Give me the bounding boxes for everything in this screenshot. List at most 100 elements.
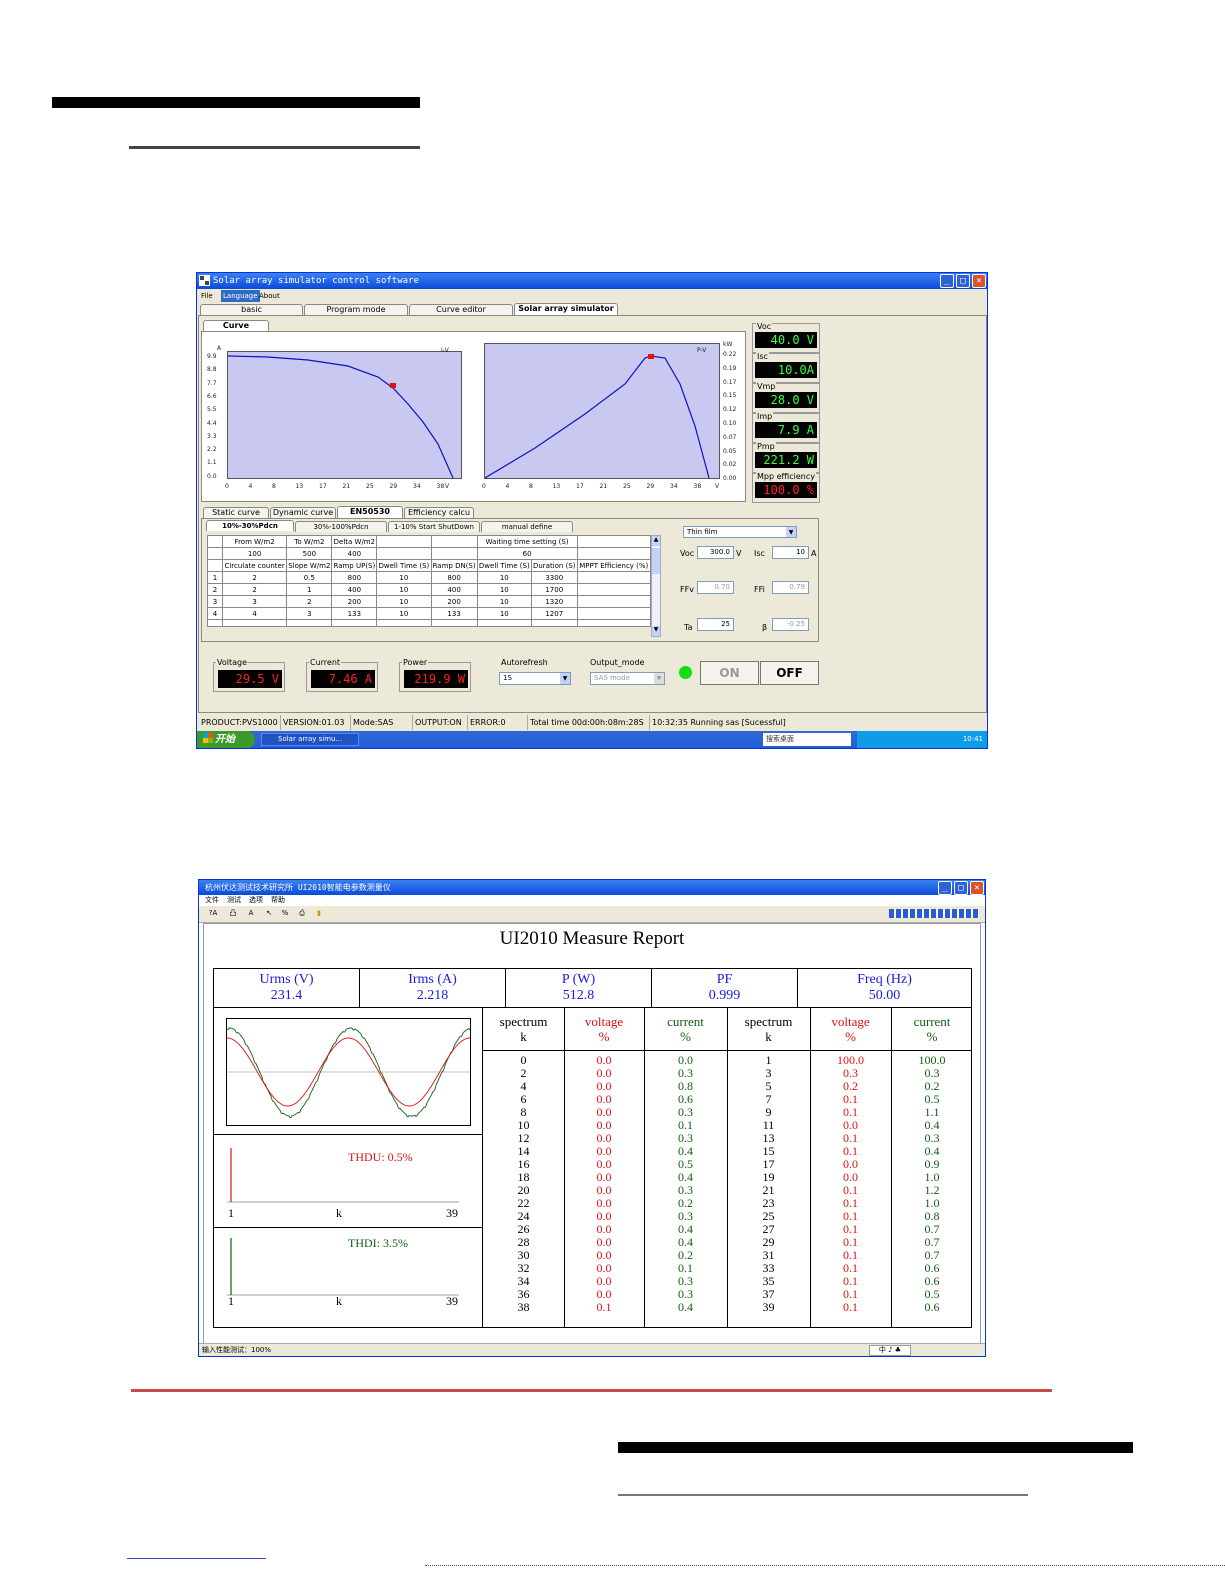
tab-curve-editor[interactable]: Curve editor: [409, 304, 513, 315]
tab-manual-define[interactable]: manual define: [481, 521, 573, 532]
menu-test[interactable]: 测试: [225, 895, 243, 906]
tool-stamp-icon[interactable]: 凸: [227, 908, 239, 919]
title-bar[interactable]: 杭州伏达测试技术研究所 UI2010智能电参数测量仪 _ □ ✕: [199, 880, 985, 895]
tool-cursor-icon[interactable]: ↖: [263, 908, 275, 919]
scroll-thumb[interactable]: [652, 548, 660, 574]
table-cell[interactable]: 10: [476, 571, 532, 584]
beta-input[interactable]: -0.25: [772, 618, 809, 631]
table-cell[interactable]: 10: [376, 583, 432, 596]
spectrum-cell: 0.1: [843, 1300, 858, 1314]
table-cell[interactable]: 10: [476, 583, 532, 596]
tab-efficiency-calcu[interactable]: Efficiency calcu: [404, 507, 474, 518]
ta-input[interactable]: 25: [697, 618, 734, 631]
table-cell[interactable]: 10: [376, 571, 432, 584]
table-cell[interactable]: 1207: [530, 607, 578, 620]
menu-help[interactable]: 帮助: [269, 895, 287, 906]
table-cell[interactable]: 3300: [530, 571, 578, 584]
tab-curve[interactable]: Curve: [203, 320, 269, 331]
table-cell[interactable]: 133: [430, 607, 478, 620]
minimize-button[interactable]: _: [940, 274, 954, 288]
table-cell[interactable]: 800: [331, 571, 378, 584]
table-cell[interactable]: 10: [476, 607, 532, 620]
tool-print-icon[interactable]: ⎙: [296, 908, 308, 919]
table-cell[interactable]: 2: [286, 595, 333, 608]
thdu-axis-start: 1: [228, 1206, 234, 1220]
table-cell[interactable]: 3: [221, 595, 288, 608]
readout-label: Mpp efficiency: [756, 472, 817, 481]
table-cell[interactable]: 10: [476, 595, 532, 608]
table-cell[interactable]: 400: [331, 583, 378, 596]
autorefresh-select[interactable]: 1S ▼: [499, 672, 571, 685]
menu-language[interactable]: Language: [221, 290, 260, 302]
table-cell[interactable]: [576, 571, 652, 584]
table-cell[interactable]: 133: [331, 607, 378, 620]
tab-30-100-pdcn[interactable]: 30%-100%Pdcn: [295, 521, 387, 532]
tab-dynamic-curve[interactable]: Dynamic curve: [270, 507, 336, 518]
table-cell[interactable]: 200: [331, 595, 378, 608]
table-cell[interactable]: [576, 583, 652, 596]
spectrum-col: 0 2 4 6 8 10 12 14 16 18 20 22 24 26 28 30 32 34 36 38: [483, 1054, 564, 1314]
tab-en50530[interactable]: EN50530: [337, 506, 403, 518]
table-cell[interactable]: 1: [286, 583, 333, 596]
table-cell[interactable]: 3: [286, 607, 333, 620]
tool-percent-icon[interactable]: %: [279, 908, 291, 919]
table-cell[interactable]: 0.5: [286, 571, 333, 584]
cell-from[interactable]: 100: [221, 547, 288, 560]
tool-help-icon[interactable]: ?A: [207, 908, 219, 919]
isc-input[interactable]: 10: [772, 546, 809, 559]
ffv-input[interactable]: 0.70: [697, 581, 734, 594]
menu-about[interactable]: About: [257, 290, 282, 302]
table-cell[interactable]: [576, 595, 652, 608]
close-button[interactable]: ✕: [970, 881, 984, 895]
taskbar-item-solar[interactable]: Solar array simu...: [261, 733, 359, 746]
table-cell[interactable]: 10: [376, 595, 432, 608]
table-cell[interactable]: 2: [221, 583, 288, 596]
maximize-button[interactable]: □: [954, 881, 968, 895]
maximize-button[interactable]: □: [956, 274, 970, 288]
table-cell[interactable]: 200: [430, 595, 478, 608]
cell-type-select[interactable]: Thin film ▼: [683, 526, 797, 538]
tab-basic[interactable]: basic: [200, 304, 303, 315]
output-mode-select[interactable]: SAS mode ▼: [590, 672, 665, 685]
tool-bar-icon[interactable]: ▮: [313, 908, 325, 919]
voc-input[interactable]: 300.0: [697, 546, 734, 559]
table-cell[interactable]: 800: [430, 571, 478, 584]
menu-file[interactable]: 文件: [203, 895, 221, 906]
ffi-input[interactable]: 0.79: [772, 581, 809, 594]
menu-options[interactable]: 选项: [247, 895, 265, 906]
table-cell[interactable]: 4: [221, 607, 288, 620]
table-scrollbar[interactable]: ▲ ▼: [651, 535, 661, 637]
table-cell[interactable]: [576, 607, 652, 620]
tab-static-curve[interactable]: Static curve: [203, 507, 269, 518]
footer-red-rule: [131, 1389, 1052, 1392]
minimize-button[interactable]: _: [938, 881, 952, 895]
tool-font-icon[interactable]: A: [245, 908, 257, 919]
tab-start-shutdown[interactable]: 1-10% Start ShutDown: [388, 521, 480, 532]
scroll-up-arrow-icon[interactable]: ▲: [652, 536, 660, 546]
cell-to[interactable]: 500: [286, 547, 333, 560]
tab-solar-array-simulator[interactable]: Solar array simulator: [514, 303, 618, 315]
title-bar[interactable]: Solar array simulator control software _…: [197, 273, 987, 289]
menu-file[interactable]: File: [199, 290, 215, 302]
tab-10-30-pdcn[interactable]: 10%-30%Pdcn: [206, 520, 294, 531]
table-cell[interactable]: 2: [221, 571, 288, 584]
readout-label: Voc: [756, 322, 773, 331]
cell-waiting[interactable]: 60: [476, 547, 578, 560]
desktop-search-input[interactable]: 搜索桌面: [763, 733, 851, 746]
input-method-indicator[interactable]: 中 ♪ ♣: [869, 1345, 911, 1356]
cell-delta[interactable]: 400: [331, 547, 378, 560]
tab-program-mode[interactable]: Program mode: [304, 304, 408, 315]
close-button[interactable]: ✕: [972, 274, 986, 288]
scroll-down-arrow-icon[interactable]: ▼: [652, 626, 660, 636]
table-cell[interactable]: 400: [430, 583, 478, 596]
pv-y-tick: 0.15: [723, 392, 737, 400]
iv-curve-svg: [227, 355, 454, 479]
on-button[interactable]: ON: [700, 661, 759, 685]
table-cell[interactable]: 10: [376, 607, 432, 620]
thdu-axis-k: k: [336, 1206, 342, 1220]
header-black-bar: [52, 97, 420, 108]
table-cell[interactable]: 1320: [530, 595, 578, 608]
off-button[interactable]: OFF: [760, 661, 819, 685]
start-button[interactable]: 开始: [197, 731, 255, 748]
table-cell[interactable]: 1700: [530, 583, 578, 596]
